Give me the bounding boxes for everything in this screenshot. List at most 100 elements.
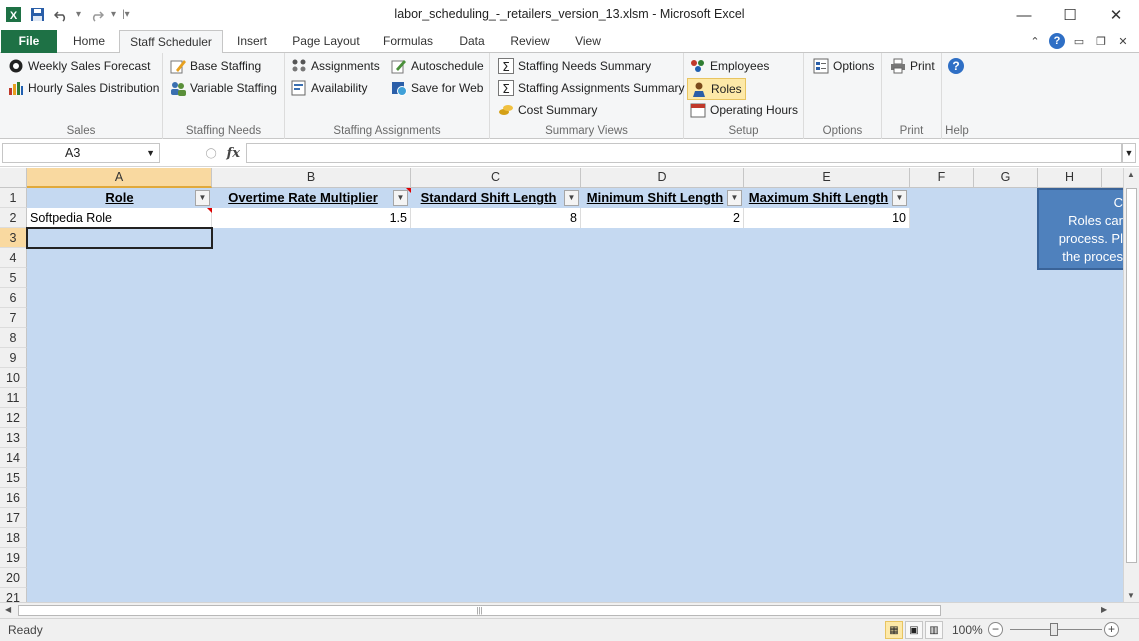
workbook-restore-icon[interactable]: ❐ — [1093, 33, 1109, 49]
zoom-slider-thumb[interactable] — [1050, 623, 1058, 636]
filter-dropdown-icon[interactable]: ▼ — [564, 190, 579, 206]
variable-staffing-button[interactable]: Variable Staffing — [170, 78, 277, 98]
operating-hours-button[interactable]: Operating Hours — [690, 100, 798, 120]
drag-handle-icon[interactable]: ◯ — [205, 148, 216, 159]
row-header-1[interactable]: 1 — [0, 188, 27, 208]
row-header-19[interactable]: 19 — [0, 548, 27, 568]
row-header-18[interactable]: 18 — [0, 528, 27, 548]
employees-button[interactable]: Employees — [690, 56, 769, 76]
row-header-8[interactable]: 8 — [0, 328, 27, 348]
cell-b2[interactable]: 1.5 — [212, 208, 411, 228]
roles-button[interactable]: Roles — [687, 78, 746, 100]
maximize-button[interactable]: ☐ — [1047, 0, 1093, 30]
horizontal-scrollbar[interactable]: ◀ ||| ▶ — [0, 602, 1139, 618]
tab-view[interactable]: View — [566, 30, 610, 53]
availability-button[interactable]: Availability — [291, 78, 367, 98]
name-box[interactable]: A3 ▼ — [2, 143, 160, 163]
row-header-2[interactable]: 2 — [0, 208, 27, 228]
print-button[interactable]: Print — [890, 56, 935, 76]
row-header-7[interactable]: 7 — [0, 308, 27, 328]
insert-function-icon[interactable]: fx — [227, 146, 240, 161]
zoom-out-icon[interactable]: − — [988, 622, 1003, 637]
table-header-role[interactable]: Role — [27, 188, 212, 208]
formula-input[interactable] — [246, 143, 1122, 163]
filter-dropdown-icon[interactable]: ▼ — [892, 190, 907, 206]
column-header-g[interactable]: G — [974, 168, 1038, 188]
select-all-corner[interactable] — [0, 168, 27, 188]
cell-c2[interactable]: 8 — [411, 208, 581, 228]
base-staffing-button[interactable]: Base Staffing — [170, 56, 261, 76]
table-header-minimum-shift[interactable]: Minimum Shift Length — [581, 188, 744, 208]
scroll-left-icon[interactable]: ◀ — [5, 605, 11, 614]
minimize-button[interactable]: — — [1001, 0, 1047, 30]
filter-dropdown-icon[interactable]: ▼ — [727, 190, 742, 206]
column-header-d[interactable]: D — [581, 168, 744, 188]
horizontal-scroll-thumb[interactable]: ||| — [18, 605, 941, 616]
normal-view-icon[interactable]: ▦ — [885, 621, 903, 639]
workbook-close-icon[interactable]: ✕ — [1115, 33, 1131, 49]
table-header-overtime[interactable]: Overtime Rate Multiplier — [212, 188, 411, 208]
column-header-b[interactable]: B — [212, 168, 411, 188]
cell-e2[interactable]: 10 — [744, 208, 910, 228]
column-header-partial[interactable] — [1102, 168, 1123, 188]
assignments-button[interactable]: Assignments — [291, 56, 380, 76]
tab-staff-scheduler[interactable]: Staff Scheduler — [119, 30, 223, 54]
tab-insert[interactable]: Insert — [226, 30, 278, 53]
table-header-standard-shift[interactable]: Standard Shift Length — [411, 188, 581, 208]
zoom-in-icon[interactable]: + — [1104, 622, 1119, 637]
active-cell-a3[interactable] — [26, 227, 213, 249]
row-header-10[interactable]: 10 — [0, 368, 27, 388]
name-box-dropdown-icon[interactable]: ▼ — [146, 144, 155, 162]
column-header-c[interactable]: C — [411, 168, 581, 188]
column-header-f[interactable]: F — [910, 168, 974, 188]
tab-file[interactable]: File — [1, 30, 57, 53]
collapse-ribbon-icon[interactable]: ⌃ — [1027, 33, 1043, 49]
row-header-16[interactable]: 16 — [0, 488, 27, 508]
tab-review[interactable]: Review — [501, 30, 559, 53]
row-header-4[interactable]: 4 — [0, 248, 27, 268]
hourly-sales-distribution-button[interactable]: Hourly Sales Distribution — [8, 78, 159, 98]
row-header-14[interactable]: 14 — [0, 448, 27, 468]
worksheet-grid[interactable]: A B C D E F G H 1 2 3 4 5 6 7 8 9 10 11 … — [0, 168, 1123, 602]
tab-home[interactable]: Home — [62, 30, 116, 53]
weekly-sales-forecast-button[interactable]: Weekly Sales Forecast — [8, 56, 151, 76]
workbook-minimize-icon[interactable]: ▭ — [1071, 33, 1087, 49]
options-button[interactable]: Options — [813, 56, 874, 76]
row-header-5[interactable]: 5 — [0, 268, 27, 288]
page-break-view-icon[interactable]: ▥ — [925, 621, 943, 639]
row-header-13[interactable]: 13 — [0, 428, 27, 448]
scroll-up-icon[interactable]: ▲ — [1127, 170, 1135, 179]
save-for-web-button[interactable]: Save for Web — [391, 78, 483, 98]
column-header-e[interactable]: E — [744, 168, 910, 188]
help-icon[interactable]: ? — [1049, 33, 1065, 49]
cell-d2[interactable]: 2 — [581, 208, 744, 228]
filter-dropdown-icon[interactable]: ▼ — [195, 190, 210, 206]
cell-a2[interactable]: Softpedia Role — [27, 208, 212, 228]
scroll-right-icon[interactable]: ▶ — [1101, 605, 1107, 614]
column-header-h[interactable]: H — [1038, 168, 1102, 188]
expand-formula-bar-icon[interactable]: ▼ — [1122, 143, 1136, 163]
scroll-down-icon[interactable]: ▼ — [1127, 591, 1135, 600]
help-button[interactable]: ? — [948, 56, 964, 76]
row-header-21[interactable]: 21 — [0, 588, 27, 602]
vertical-scroll-thumb[interactable] — [1126, 188, 1137, 563]
row-header-15[interactable]: 15 — [0, 468, 27, 488]
column-header-a[interactable]: A — [27, 168, 212, 188]
tab-page-layout[interactable]: Page Layout — [284, 30, 368, 53]
staffing-assignments-summary-button[interactable]: Σ Staffing Assignments Summary — [498, 78, 685, 98]
table-header-maximum-shift[interactable]: Maximum Shift Length — [744, 188, 910, 208]
row-header-9[interactable]: 9 — [0, 348, 27, 368]
row-header-12[interactable]: 12 — [0, 408, 27, 428]
zoom-level[interactable]: 100% — [952, 623, 983, 637]
tab-data[interactable]: Data — [449, 30, 495, 53]
row-header-17[interactable]: 17 — [0, 508, 27, 528]
vertical-scrollbar[interactable]: ▲ ▼ — [1123, 168, 1139, 602]
close-button[interactable]: ✕ — [1093, 0, 1139, 30]
row-header-3[interactable]: 3 — [0, 228, 27, 248]
page-layout-view-icon[interactable]: ▣ — [905, 621, 923, 639]
tab-formulas[interactable]: Formulas — [374, 30, 442, 53]
staffing-needs-summary-button[interactable]: Σ Staffing Needs Summary — [498, 56, 651, 76]
autoschedule-button[interactable]: Autoschedule — [391, 56, 484, 76]
row-header-11[interactable]: 11 — [0, 388, 27, 408]
cost-summary-button[interactable]: Cost Summary — [498, 100, 597, 120]
